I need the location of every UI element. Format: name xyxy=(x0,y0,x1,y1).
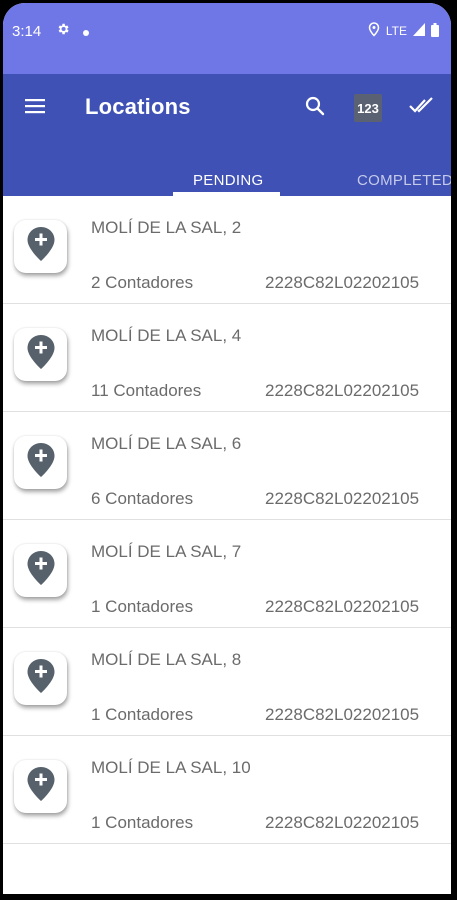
location-title: MOLÍ DE LA SAL, 6 xyxy=(91,434,242,453)
list-item[interactable]: MOLÍ DE LA SAL, 6 6 Contadores 2228C82L0… xyxy=(3,412,451,520)
location-title: MOLÍ DE LA SAL, 7 xyxy=(91,542,242,561)
add-location-button[interactable] xyxy=(14,760,67,813)
meter-count: 1 Contadores xyxy=(91,813,194,832)
pin-plus-icon xyxy=(26,226,56,267)
locations-list: MOLÍ DE LA SAL, 2 2 Contadores 2228C82L0… xyxy=(3,196,451,844)
double-check-icon[interactable] xyxy=(408,94,436,118)
location-icon xyxy=(368,22,380,40)
location-code: 2228C82L02202105 xyxy=(265,489,420,508)
menu-icon[interactable] xyxy=(23,94,47,118)
location-code: 2228C82L02202105 xyxy=(265,381,420,400)
list-item[interactable]: MOLÍ DE LA SAL, 7 1 Contadores 2228C82L0… xyxy=(3,520,451,628)
add-location-button[interactable] xyxy=(14,328,67,381)
meter-count: 6 Contadores xyxy=(91,489,194,508)
pin-plus-icon xyxy=(26,658,56,699)
status-time: 3:14 xyxy=(12,23,42,40)
location-title: MOLÍ DE LA SAL, 2 xyxy=(91,218,242,237)
gear-icon xyxy=(56,22,70,41)
add-location-button[interactable] xyxy=(14,220,67,273)
pin-plus-icon xyxy=(26,766,56,807)
location-title: MOLÍ DE LA SAL, 4 xyxy=(91,326,242,345)
toolbar: Locations 123 xyxy=(3,74,451,142)
status-bar: 3:14 LTE xyxy=(3,3,451,74)
pin-plus-icon xyxy=(26,442,56,483)
location-code: 2228C82L02202105 xyxy=(265,705,420,724)
phone-screen: 3:14 LTE Locations 123 PENDING COMPLETED… xyxy=(3,3,451,894)
pin-plus-icon xyxy=(26,550,56,591)
meter-count: 1 Contadores xyxy=(91,597,194,616)
location-code: 2228C82L02202105 xyxy=(265,273,420,292)
dot-icon xyxy=(83,23,89,41)
tab-completed[interactable]: COMPLETED xyxy=(357,172,451,189)
page-title: Locations xyxy=(85,94,191,119)
search-icon[interactable] xyxy=(303,94,327,118)
meter-count: 1 Contadores xyxy=(91,705,194,724)
tab-bar: PENDING COMPLETED xyxy=(3,142,451,196)
add-location-button[interactable] xyxy=(14,436,67,489)
battery-icon xyxy=(431,22,439,40)
pin-plus-icon xyxy=(26,334,56,375)
location-code: 2228C82L02202105 xyxy=(265,813,420,832)
network-label: LTE xyxy=(385,24,407,38)
list-item[interactable]: MOLÍ DE LA SAL, 8 1 Contadores 2228C82L0… xyxy=(3,628,451,736)
app-bar: Locations 123 PENDING COMPLETED xyxy=(3,74,451,196)
add-location-button[interactable] xyxy=(14,652,67,705)
add-location-button[interactable] xyxy=(14,544,67,597)
signal-icon xyxy=(413,23,425,39)
location-title: MOLÍ DE LA SAL, 8 xyxy=(91,650,242,669)
tab-pending[interactable]: PENDING xyxy=(193,172,263,189)
numeric-badge-button[interactable]: 123 xyxy=(354,94,382,122)
location-title: MOLÍ DE LA SAL, 10 xyxy=(91,758,251,777)
meter-count: 11 Contadores xyxy=(91,381,202,400)
list-item[interactable]: MOLÍ DE LA SAL, 4 11 Contadores 2228C82L… xyxy=(3,304,451,412)
list-item[interactable]: MOLÍ DE LA SAL, 10 1 Contadores 2228C82L… xyxy=(3,736,451,844)
location-code: 2228C82L02202105 xyxy=(265,597,420,616)
meter-count: 2 Contadores xyxy=(91,273,194,292)
list-item[interactable]: MOLÍ DE LA SAL, 2 2 Contadores 2228C82L0… xyxy=(3,196,451,304)
